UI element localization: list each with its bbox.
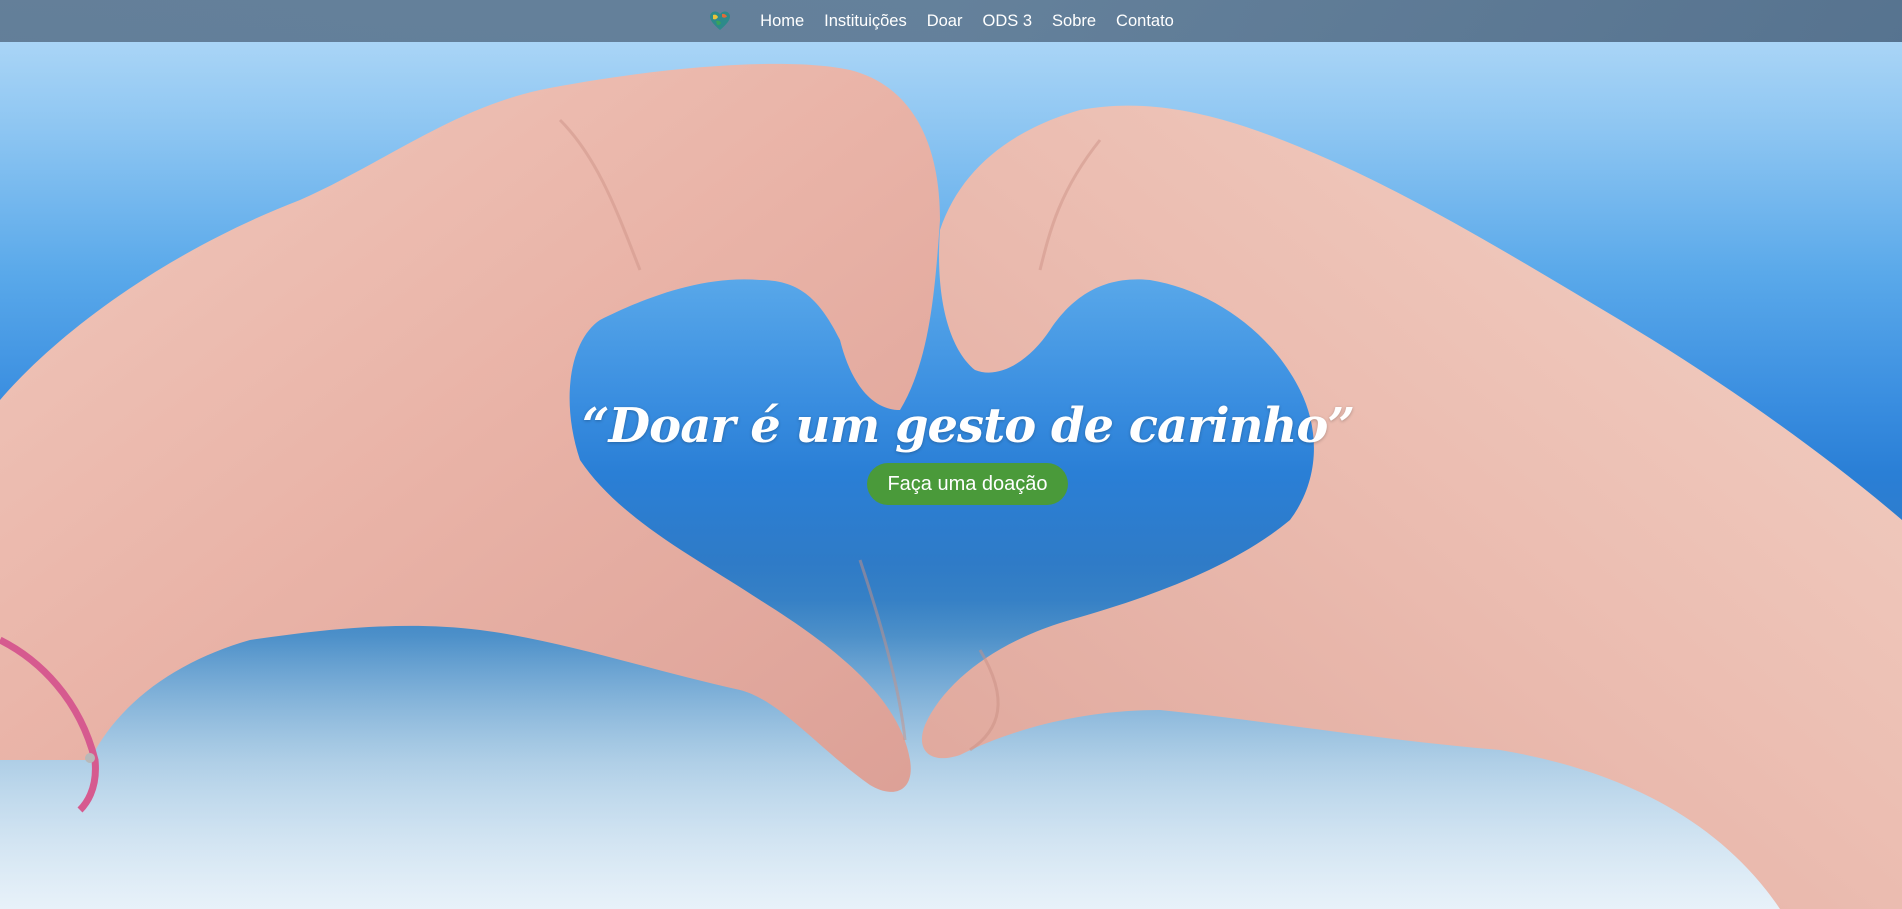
bracelet-bead — [85, 753, 95, 763]
right-hand — [921, 105, 1902, 909]
nav-contato[interactable]: Contato — [1106, 0, 1184, 42]
navbar: Home Instituições Doar ODS 3 Sobre Conta… — [0, 0, 1902, 42]
nav-home[interactable]: Home — [750, 0, 814, 42]
hero-quote: “Doar é um gesto de carinho” — [581, 398, 1355, 454]
nav-sobre[interactable]: Sobre — [1042, 0, 1106, 42]
page: Home Instituições Doar ODS 3 Sobre Conta… — [0, 0, 1902, 909]
heart-hands-image — [0, 63, 1902, 909]
heart-globe-icon[interactable] — [708, 9, 732, 33]
nav-instituicoes[interactable]: Instituições — [814, 0, 917, 42]
donate-button[interactable]: Faça uma doação — [867, 463, 1068, 505]
nav-doar[interactable]: Doar — [917, 0, 973, 42]
nav-inner: Home Instituições Doar ODS 3 Sobre Conta… — [708, 0, 1184, 42]
nav-ods3[interactable]: ODS 3 — [972, 0, 1042, 42]
